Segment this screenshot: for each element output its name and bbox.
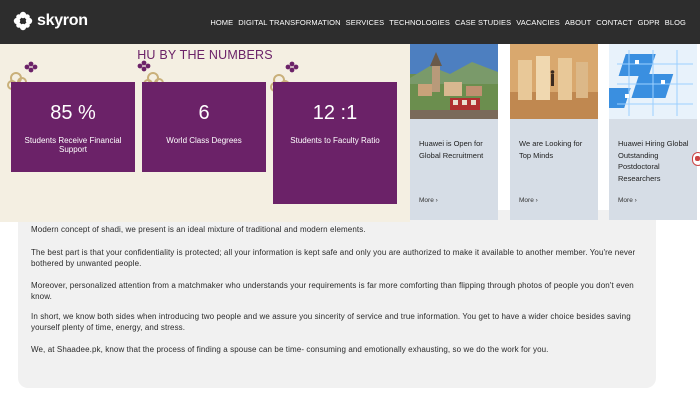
nav-vacancies[interactable]: VACANCIES: [516, 18, 560, 27]
nav-home[interactable]: HOME: [210, 18, 233, 27]
content-paragraph: The best part is that your confidentiali…: [31, 248, 636, 268]
content-card: Modern concept of shadi, we present is a…: [18, 210, 656, 388]
stat-card-degrees: 6 World Class Degrees: [142, 82, 266, 172]
news-image-circuit: [609, 44, 697, 119]
stat-value: 12 :1: [312, 102, 358, 124]
news-title[interactable]: We are Looking for Top Minds: [519, 138, 595, 161]
news-card[interactable]: Huawei Hiring Global Outstanding Postdoc…: [609, 44, 697, 220]
stat-label: Students to Faculty Ratio: [290, 136, 380, 145]
content-paragraph: Moreover, personalized attention from a …: [31, 281, 634, 301]
nav-gdpr[interactable]: GDPR: [638, 18, 660, 27]
stat-value: 85 %: [50, 102, 96, 124]
stat-card-faculty-ratio: 12 :1 Students to Faculty Ratio: [273, 82, 397, 204]
news-more-link[interactable]: More ›: [519, 197, 538, 204]
brand-logo[interactable]: skyron: [12, 10, 88, 32]
news-title[interactable]: Huawei Hiring Global Outstanding Postdoc…: [618, 138, 694, 184]
nav-contact[interactable]: CONTACT: [596, 18, 632, 27]
brand-name: skyron: [37, 12, 88, 29]
main-nav: HOME DIGITAL TRANSFORMATION SERVICES TEC…: [210, 18, 686, 27]
news-more-link[interactable]: More ›: [419, 197, 438, 204]
stat-label: World Class Degrees: [166, 136, 242, 145]
nav-blog[interactable]: BLOG: [665, 18, 686, 27]
flower-logo-icon: [13, 11, 33, 31]
news-title[interactable]: Huawei is Open for Global Recruitment: [419, 138, 495, 161]
nav-digital-transformation[interactable]: DIGITAL TRANSFORMATION: [238, 18, 340, 27]
content-paragraph: We, at Shaadee.pk, know that the process…: [31, 345, 549, 354]
stats-section: HU BY THE NUMBERS 85 % Students Receive …: [0, 44, 410, 222]
content-paragraph: Modern concept of shadi, we present is a…: [31, 225, 366, 234]
side-widget-icon[interactable]: [692, 152, 700, 166]
news-more-link[interactable]: More ›: [618, 197, 637, 204]
stat-label: Students Receive Financial Support: [24, 136, 122, 154]
news-card[interactable]: We are Looking for Top Minds More ›: [510, 44, 598, 220]
top-navbar: skyron HOME DIGITAL TRANSFORMATION SERVI…: [0, 0, 700, 44]
stats-title: HU BY THE NUMBERS: [137, 48, 273, 62]
nav-technologies[interactable]: TECHNOLOGIES: [389, 18, 450, 27]
nav-case-studies[interactable]: CASE STUDIES: [455, 18, 511, 27]
nav-services[interactable]: SERVICES: [346, 18, 385, 27]
stat-value: 6: [198, 102, 210, 124]
stat-card-financial-support: 85 % Students Receive Financial Support: [11, 82, 135, 172]
content-paragraph: In short, we know both sides when introd…: [31, 312, 631, 332]
news-image-doors: [510, 44, 598, 119]
news-card[interactable]: Huawei is Open for Global Recruitment Mo…: [410, 44, 498, 220]
nav-about[interactable]: ABOUT: [565, 18, 591, 27]
news-image-town: [410, 44, 498, 119]
